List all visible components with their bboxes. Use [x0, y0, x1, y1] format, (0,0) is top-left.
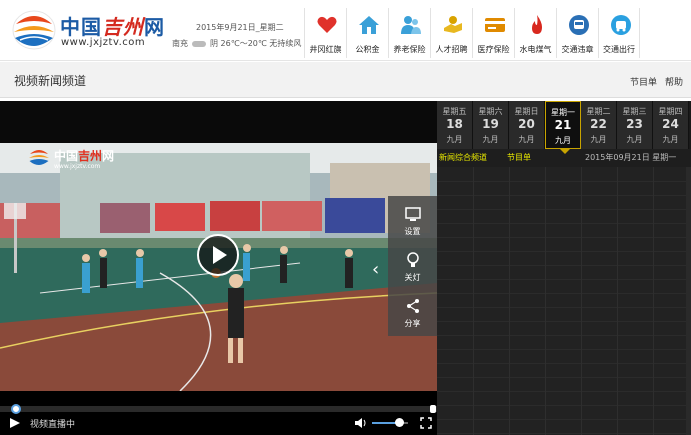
program-guide-link[interactable]: 节目单	[630, 75, 657, 88]
schedule-program-label: 节目单	[507, 153, 531, 162]
header-weather: 南充阴 26℃～20℃ 无持续风	[172, 39, 302, 48]
channel-bar: 视频新闻频道 节目单 帮助	[0, 62, 691, 98]
lights-off-button[interactable]: 关灯	[388, 244, 437, 290]
site-header: 中国吉州网 www.jxjztv.com 2015年9月21日_星期二 南充阴 …	[0, 0, 691, 61]
day-tab[interactable]: 星期一 21 九月	[545, 101, 581, 154]
people-icon	[401, 16, 421, 34]
day-month: 九月	[482, 135, 499, 144]
settings-button[interactable]: 设置	[388, 198, 437, 244]
schedule-column-divider	[509, 167, 510, 435]
nav-item-travel[interactable]: 交通出行	[598, 8, 640, 58]
logo-mark-icon	[12, 10, 56, 50]
day-month: 九月	[662, 135, 679, 144]
video-player: 中国吉州网 www.jxjztv.com ‹ 设置 关灯 分享 视频直播中	[0, 101, 437, 435]
day-number: 24	[662, 117, 679, 131]
nav-item-pension[interactable]: 养老保险	[388, 8, 430, 58]
day-weekday: 星期四	[658, 107, 683, 116]
flame-icon	[532, 15, 542, 34]
day-weekday: 星期二	[586, 107, 611, 116]
nav-item-traffic-violation[interactable]: 交通违章	[556, 8, 598, 58]
day-tab[interactable]: 星期三 23 九月	[617, 101, 653, 149]
play-pause-icon[interactable]	[9, 417, 21, 429]
monitor-icon	[405, 207, 421, 221]
player-top-bar	[0, 101, 437, 143]
day-month: 九月	[518, 135, 535, 144]
day-number: 20	[518, 117, 535, 131]
day-tabs: 星期五 18 九月 星期六 19 九月 星期日 20 九月 星期一 21 九月 星期二 22 九月 星期三 23…	[437, 101, 691, 154]
share-icon	[407, 299, 419, 313]
day-month: 九月	[626, 135, 643, 144]
nav-item-utilities[interactable]: 水电煤气	[514, 8, 556, 58]
nav-item-housing-fund[interactable]: 公积金	[346, 8, 388, 58]
volume-icon[interactable]	[354, 417, 367, 429]
service-nav: 井冈红旗 公积金 养老保险 人才招聘 医疗保险 水电煤气 交通违章 交通出行	[304, 8, 640, 58]
day-number: 21	[554, 118, 572, 132]
schedule-list	[437, 167, 691, 435]
day-month: 九月	[590, 135, 607, 144]
collapse-arrow-icon[interactable]: ‹	[372, 259, 379, 280]
schedule-panel: 星期五 18 九月 星期六 19 九月 星期日 20 九月 星期一 21 九月 星期二 22 九月 星期三 23…	[437, 101, 691, 435]
day-weekday: 星期日	[514, 107, 539, 116]
cloud-icon	[192, 40, 206, 47]
progress-end-marker	[430, 405, 436, 413]
bus-icon	[569, 15, 589, 35]
day-weekday: 星期一	[551, 108, 575, 117]
player-side-panel: 设置 关灯 分享	[388, 196, 437, 336]
fullscreen-icon[interactable]	[420, 417, 432, 429]
help-link[interactable]: 帮助	[665, 75, 683, 88]
logo-text: 中国吉州网	[60, 15, 165, 39]
share-button[interactable]: 分享	[388, 290, 437, 336]
watermark-logo-icon	[29, 150, 49, 165]
day-tab[interactable]: 星期二 22 九月	[581, 101, 617, 149]
schedule-column-divider	[581, 167, 582, 435]
day-number: 18	[446, 117, 463, 131]
car-icon	[611, 15, 631, 35]
schedule-scrollbar[interactable]	[686, 167, 691, 435]
day-tab[interactable]: 星期五 18 九月	[437, 101, 473, 149]
channel-title: 视频新闻频道	[14, 74, 87, 88]
day-month: 九月	[555, 136, 571, 145]
heart-icon	[317, 16, 337, 33]
schedule-column-divider	[473, 167, 474, 435]
live-status: 视频直播中	[30, 420, 76, 430]
progress-handle[interactable]	[11, 404, 21, 414]
bulb-icon	[407, 252, 419, 267]
day-weekday: 星期五	[442, 107, 467, 116]
schedule-column-divider	[545, 167, 546, 435]
day-number: 19	[482, 117, 499, 131]
house-icon	[359, 16, 379, 34]
volume-fill	[372, 422, 398, 424]
day-weekday: 星期六	[478, 107, 503, 116]
day-tab[interactable]: 星期四 24 九月	[653, 101, 689, 149]
schedule-column-divider	[653, 167, 654, 435]
day-number: 23	[626, 117, 643, 131]
big-play-button[interactable]	[197, 234, 239, 276]
schedule-column-divider	[617, 167, 618, 435]
logo-url: www.jxjztv.com	[61, 37, 146, 48]
schedule-channel[interactable]: 新闻综合频道	[439, 152, 487, 163]
day-tab[interactable]: 星期六 19 九月	[473, 101, 509, 149]
volume-handle[interactable]	[395, 418, 404, 427]
nav-item-jinggang[interactable]: 井冈红旗	[304, 8, 346, 58]
day-tab[interactable]: 星期日 20 九月	[509, 101, 545, 149]
schedule-header: 新闻综合频道 节目单 2015年09月21日 星期一	[437, 151, 691, 165]
progress-bar[interactable]	[0, 406, 437, 412]
handshake-icon	[444, 16, 462, 33]
nav-item-recruitment[interactable]: 人才招聘	[430, 8, 472, 58]
nav-item-medical[interactable]: 医疗保险	[472, 8, 514, 58]
play-icon	[213, 246, 227, 264]
card-icon	[485, 18, 505, 32]
header-date: 2015年9月21日_星期二	[196, 23, 284, 32]
day-number: 22	[590, 117, 607, 131]
schedule-date: 2015年09月21日 星期一	[585, 153, 677, 162]
day-month: 九月	[446, 135, 463, 144]
day-weekday: 星期三	[622, 107, 647, 116]
site-logo[interactable]: 中国吉州网 www.jxjztv.com	[12, 8, 182, 54]
